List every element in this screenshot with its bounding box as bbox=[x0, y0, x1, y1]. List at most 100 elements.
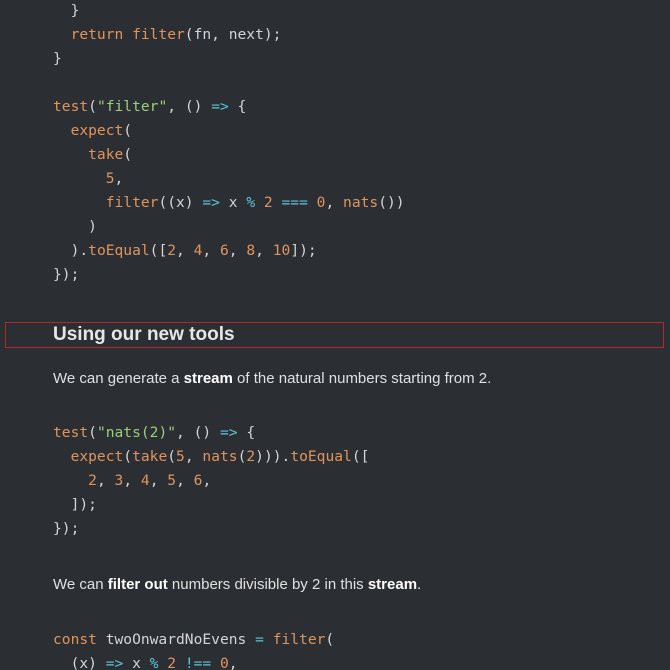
code-token: , bbox=[123, 472, 141, 489]
code-token: 10 bbox=[272, 242, 291, 259]
code-token: (fn, next); bbox=[184, 26, 282, 43]
code-token: 2 bbox=[88, 472, 97, 489]
code-token: 5 bbox=[176, 448, 185, 465]
code-line: }); bbox=[53, 263, 405, 287]
code-token: expect bbox=[53, 122, 124, 139]
code-token: % bbox=[246, 194, 256, 211]
code-token: , bbox=[228, 655, 238, 670]
code-token: , bbox=[228, 242, 247, 259]
code-token: filter bbox=[272, 631, 326, 648]
code-token: , bbox=[184, 448, 203, 465]
code-token: filter bbox=[132, 26, 185, 43]
code-line: take( bbox=[53, 143, 405, 167]
code-line: } bbox=[53, 47, 405, 71]
code-token: ()) bbox=[378, 194, 405, 211]
code-token: , bbox=[176, 242, 194, 259]
paragraph-stream: We can generate a stream of the natural … bbox=[53, 368, 491, 390]
section-heading: Using our new tools bbox=[53, 324, 235, 345]
code-block-nats: test("nats(2)", () => { expect(take(5, n… bbox=[53, 421, 369, 541]
code-token: x bbox=[219, 194, 247, 211]
code-token: 5 bbox=[53, 170, 115, 187]
code-token: , bbox=[114, 170, 124, 187]
code-token: , () bbox=[176, 424, 220, 441]
code-token: 2 bbox=[263, 194, 273, 211]
code-token: } bbox=[53, 2, 80, 19]
code-token: 2 bbox=[167, 655, 177, 670]
code-token: ) bbox=[53, 218, 97, 235]
paragraph-text: We can bbox=[53, 576, 108, 593]
code-token: ( bbox=[123, 448, 133, 465]
paragraph-text: We can generate a bbox=[53, 370, 184, 387]
code-token: "filter" bbox=[96, 98, 168, 115]
code-token: return bbox=[53, 26, 133, 43]
paragraph-filter-out: We can filter out numbers divisible by 2… bbox=[53, 574, 421, 596]
code-token: 2 bbox=[167, 242, 177, 259]
code-token: => bbox=[105, 655, 124, 670]
code-line: ).toEqual([2, 4, 6, 8, 10]); bbox=[53, 239, 405, 263]
code-token: === bbox=[281, 194, 308, 211]
code-token: 3 bbox=[114, 472, 124, 489]
code-token: } bbox=[53, 50, 62, 67]
code-line: ) bbox=[53, 215, 405, 239]
code-token: ]); bbox=[53, 496, 97, 513]
code-token: }); bbox=[53, 266, 80, 283]
code-token: test bbox=[53, 424, 89, 441]
code-line: return filter(fn, next); bbox=[53, 23, 405, 47]
code-token: take bbox=[132, 448, 168, 465]
code-token: }); bbox=[53, 520, 80, 537]
code-token: "nats(2)" bbox=[96, 424, 177, 441]
code-line: 5, bbox=[53, 167, 405, 191]
code-token: const bbox=[53, 631, 106, 648]
code-token: , bbox=[96, 472, 115, 489]
code-line: expect(take(5, nats(2))).toEqual([ bbox=[53, 445, 370, 469]
code-token: x bbox=[123, 655, 150, 670]
code-token: , bbox=[202, 242, 220, 259]
code-token: 2 bbox=[246, 448, 256, 465]
code-token: ))). bbox=[255, 448, 291, 465]
code-token: , bbox=[176, 472, 194, 489]
code-token: ( bbox=[123, 146, 133, 163]
code-line: ]); bbox=[53, 493, 369, 517]
paragraph-text: numbers divisible by 2 in this bbox=[167, 576, 368, 593]
code-token: expect bbox=[53, 448, 124, 465]
code-token: , bbox=[325, 194, 344, 211]
code-token: ([ bbox=[149, 242, 168, 259]
code-line: } bbox=[53, 0, 405, 23]
emphasis-text: stream bbox=[183, 370, 233, 387]
code-token: !== bbox=[184, 655, 212, 670]
code-line: test("filter", () => { bbox=[53, 95, 405, 119]
paragraph-text: of the natural numbers starting from 2. bbox=[232, 370, 492, 387]
code-token: twoOnwardNoEvens bbox=[105, 631, 256, 648]
code-token: ). bbox=[53, 242, 89, 259]
code-line: test("nats(2)", () => { bbox=[53, 421, 369, 445]
code-token: { bbox=[237, 424, 256, 441]
code-token: toEqual bbox=[88, 242, 150, 259]
code-token: ( bbox=[88, 424, 97, 441]
code-token: (x) bbox=[53, 655, 106, 670]
code-token: => bbox=[211, 98, 229, 115]
code-token: ( bbox=[325, 631, 335, 648]
code-token: 4 bbox=[140, 472, 150, 489]
code-token: ([ bbox=[351, 448, 370, 465]
code-token: ( bbox=[123, 122, 133, 139]
emphasis-text: stream bbox=[367, 576, 418, 593]
paragraph-text: . bbox=[417, 576, 422, 593]
code-token: nats bbox=[202, 448, 238, 465]
code-token: take bbox=[53, 146, 124, 163]
code-token: ( bbox=[88, 98, 97, 115]
code-token: ((x) bbox=[158, 194, 203, 211]
code-token: filter bbox=[53, 194, 159, 211]
code-line: }); bbox=[53, 517, 369, 541]
code-token: = bbox=[255, 631, 264, 648]
code-block-two-onward: const twoOnwardNoEvens = filter( (x) => … bbox=[53, 628, 334, 670]
code-line: expect( bbox=[53, 119, 405, 143]
code-token: 8 bbox=[246, 242, 256, 259]
